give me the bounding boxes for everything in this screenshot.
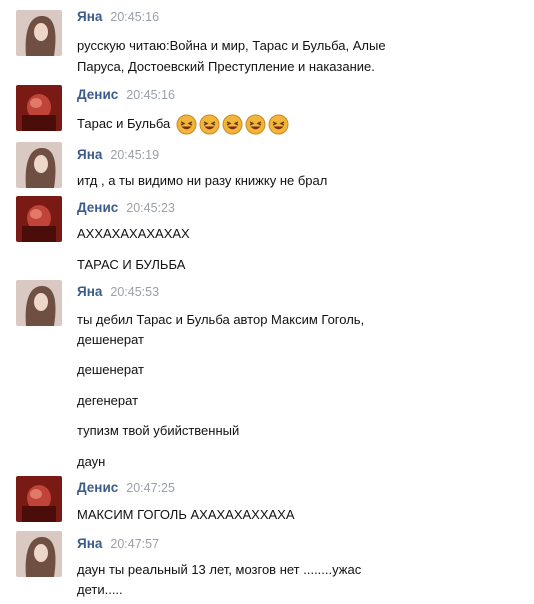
message-text: дети..... <box>77 582 123 597</box>
yana-avatar[interactable] <box>16 142 62 188</box>
message-text: русскую читаю:Война и мир, Тарас и Бульб… <box>77 38 386 53</box>
yana-avatar[interactable] <box>16 10 62 56</box>
message-text: даун <box>77 454 106 469</box>
message-time: 20:45:16 <box>110 10 160 24</box>
author-name[interactable]: Яна <box>77 536 102 551</box>
author-name[interactable]: Денис <box>77 87 118 102</box>
message-time: 20:47:57 <box>110 537 160 551</box>
denis-avatar[interactable] <box>16 196 62 242</box>
message-text: дегенерат <box>77 393 139 408</box>
message-text: ты дебил Тарас и Бульба автор Максим Гог… <box>77 312 365 327</box>
message-time: 20:45:23 <box>126 201 175 215</box>
author-name[interactable]: Яна <box>77 9 102 24</box>
laughing-face-icon <box>199 114 220 135</box>
message-text: итд , а ты видимо ни разу книжку не брал <box>77 173 328 188</box>
yana-avatar[interactable] <box>16 531 62 577</box>
chat-log: Яна 20:45:16 русскую читаю:Война и мир, … <box>0 0 534 604</box>
message-text: ТАРАС И БУЛЬБА <box>77 257 186 272</box>
laughing-face-icon <box>222 114 243 135</box>
emoji-row <box>176 114 289 135</box>
message-time: 20:45:19 <box>110 148 160 162</box>
message-text: даун ты реальный 13 лет, мозгов нет ....… <box>77 562 362 577</box>
message-time: 20:45:16 <box>126 88 175 102</box>
message-text: дешенерат <box>77 332 145 347</box>
message-text: АХХАХАХАХАХАХ <box>77 226 190 241</box>
yana-avatar[interactable] <box>16 280 62 326</box>
message-text: дешенерат <box>77 362 145 377</box>
denis-avatar[interactable] <box>16 85 62 131</box>
message-text: Тарас и Бульба <box>77 116 171 131</box>
laughing-face-icon <box>245 114 266 135</box>
denis-avatar[interactable] <box>16 476 62 522</box>
message-text: МАКСИМ ГОГОЛЬ АХАХАХАХХАХА <box>77 507 295 522</box>
message-text: тупизм твой убийственный <box>77 423 240 438</box>
laughing-face-icon <box>268 114 289 135</box>
message-time: 20:47:25 <box>126 481 175 495</box>
laughing-face-icon <box>176 114 197 135</box>
author-name[interactable]: Яна <box>77 284 102 299</box>
message-text: Тарас и Бульба <box>77 113 289 135</box>
author-name[interactable]: Яна <box>77 147 102 162</box>
author-name[interactable]: Денис <box>77 200 118 215</box>
message-text: Паруса, Достоевский Преступление и наказ… <box>77 59 375 74</box>
author-name[interactable]: Денис <box>77 480 118 495</box>
message-time: 20:45:53 <box>110 285 160 299</box>
